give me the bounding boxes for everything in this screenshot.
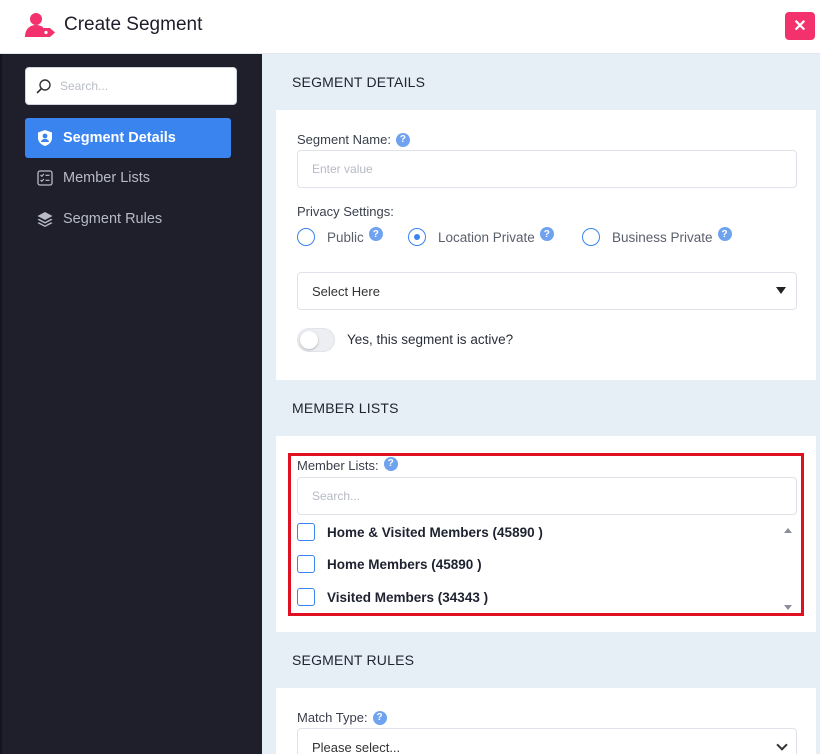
list-item[interactable]: Home Members (45890 ) <box>297 555 482 573</box>
section-title: SEGMENT RULES <box>292 652 415 668</box>
help-icon[interactable]: ? <box>395 132 410 147</box>
scroll-up-icon[interactable] <box>784 528 792 533</box>
sidebar-item-member-lists[interactable]: Member Lists <box>25 158 231 198</box>
section-header-segment-rules: SEGMENT RULES <box>276 632 816 688</box>
sidebar-search[interactable] <box>25 67 237 105</box>
sidebar: Segment Details Member Lists Segment Rul… <box>0 54 262 754</box>
close-button[interactable]: ✕ <box>785 12 815 40</box>
list-scrollbar[interactable] <box>782 526 794 612</box>
segment-details-card: Segment Name: ? Privacy Settings: Public… <box>276 110 816 380</box>
page-title: Create Segment <box>64 14 203 35</box>
checkbox[interactable] <box>297 523 315 541</box>
shield-person-icon <box>35 128 55 148</box>
help-icon[interactable]: ? <box>368 227 383 241</box>
help-icon[interactable]: ? <box>383 456 398 471</box>
match-type-select[interactable]: Please select... <box>297 728 797 754</box>
checkbox[interactable] <box>297 588 315 606</box>
list-item[interactable]: Visited Members (34343 ) <box>297 588 488 606</box>
main-content: SEGMENT DETAILS Segment Name: ? Privacy … <box>262 54 820 754</box>
segment-name-input[interactable] <box>297 150 797 188</box>
list-item[interactable]: Home & Visited Members (45890 ) <box>297 523 543 541</box>
active-toggle[interactable] <box>297 328 335 352</box>
caret-down-icon <box>776 287 786 294</box>
radio-button[interactable] <box>582 228 600 246</box>
privacy-select[interactable]: Select Here <box>297 272 797 310</box>
checklist-icon <box>35 168 55 188</box>
active-toggle-label: Yes, this segment is active? <box>347 332 514 347</box>
radio-button[interactable] <box>297 228 315 246</box>
sidebar-item-label: Member Lists <box>63 170 151 186</box>
search-icon <box>36 79 51 94</box>
privacy-radio-location-private[interactable]: Location Private ? <box>408 227 554 246</box>
sidebar-item-segment-details[interactable]: Segment Details <box>25 118 231 158</box>
privacy-settings-label: Privacy Settings: <box>297 204 394 219</box>
member-lists-card: Member Lists: ? Home & Visited Members (… <box>276 436 816 632</box>
member-lists-label: Member Lists: ? <box>297 456 398 473</box>
section-title: MEMBER LISTS <box>292 400 399 416</box>
section-title: SEGMENT DETAILS <box>292 74 426 90</box>
chevron-down-icon <box>776 739 788 751</box>
sidebar-search-input[interactable] <box>60 79 210 93</box>
privacy-radio-public[interactable]: Public ? <box>297 227 383 246</box>
top-bar: Create Segment ✕ <box>0 0 820 54</box>
sidebar-item-label: Segment Details <box>63 130 176 146</box>
segment-rules-card: Match Type: ? Please select... <box>276 688 816 754</box>
privacy-radio-business-private[interactable]: Business Private ? <box>582 227 732 246</box>
help-icon[interactable]: ? <box>539 227 554 241</box>
scroll-down-icon[interactable] <box>784 605 792 610</box>
match-type-label: Match Type: ? <box>297 710 387 725</box>
radio-button-checked[interactable] <box>408 228 426 246</box>
help-icon[interactable]: ? <box>717 227 732 241</box>
member-lists-search-input[interactable] <box>297 477 797 515</box>
checkbox[interactable] <box>297 555 315 573</box>
segment-name-label: Segment Name: ? <box>297 132 410 147</box>
sidebar-item-label: Segment Rules <box>63 211 163 227</box>
user-tag-icon <box>25 13 55 37</box>
section-header-member-lists: MEMBER LISTS <box>276 380 816 436</box>
layers-icon <box>35 209 55 229</box>
help-icon[interactable]: ? <box>372 710 387 725</box>
section-header-segment-details: SEGMENT DETAILS <box>276 54 816 110</box>
sidebar-item-segment-rules[interactable]: Segment Rules <box>25 199 231 239</box>
sidebar-rail <box>0 54 2 754</box>
